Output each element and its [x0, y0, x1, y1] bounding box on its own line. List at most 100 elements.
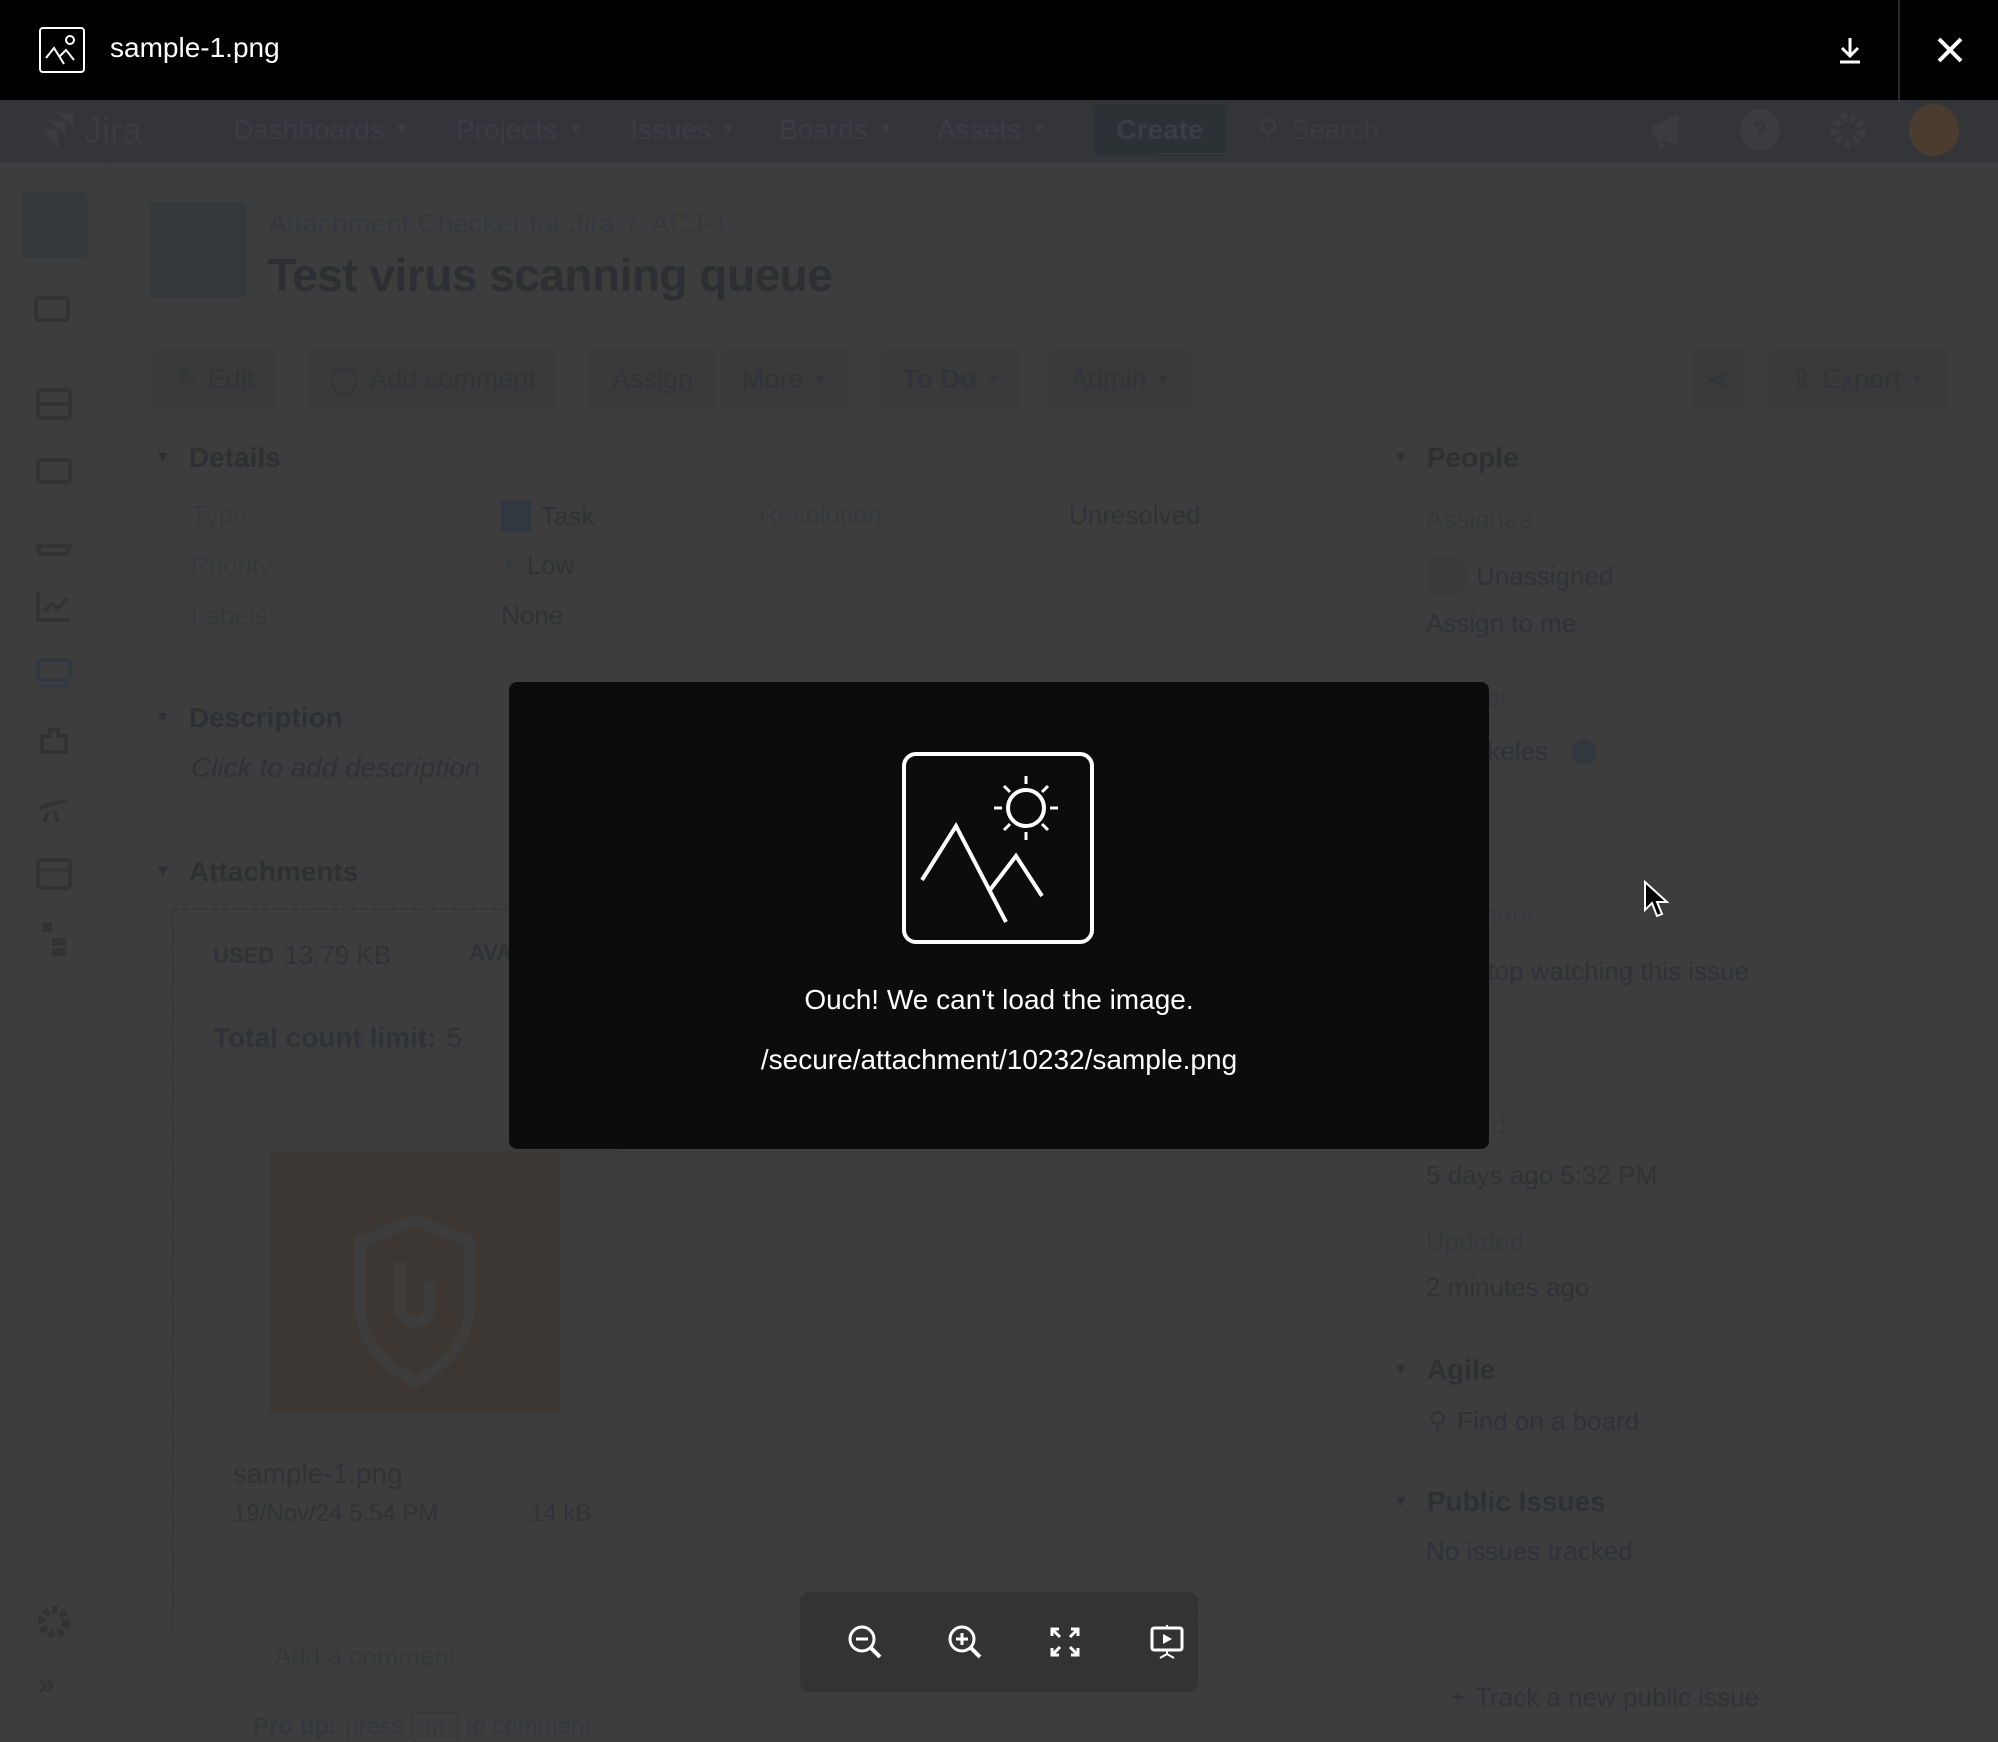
add-comment-button[interactable]: ◯ Add comment: [307, 350, 558, 408]
chevron-down-icon: ▼: [155, 449, 171, 466]
assign-button[interactable]: Assign: [590, 350, 716, 408]
attachment-size: 14 kB: [530, 1500, 592, 1527]
created-value: 5 days ago 5:32 PM: [1426, 1160, 1658, 1190]
comment-icon: ◯: [329, 363, 360, 394]
breadcrumb-issue-key[interactable]: ACJ-1: [651, 208, 729, 240]
zoom-in-icon: [948, 1625, 982, 1659]
chevron-down-icon: ▼: [1031, 121, 1047, 138]
description-placeholder[interactable]: Click to add description: [191, 752, 480, 784]
details-heading-label: Details: [188, 442, 281, 473]
presentation-mode-button[interactable]: [1142, 1617, 1192, 1667]
board-icon[interactable]: [34, 292, 74, 332]
zoom-in-button[interactable]: [940, 1617, 990, 1667]
settings-gear-icon[interactable]: [1826, 108, 1870, 152]
more-button[interactable]: More ▼: [720, 350, 850, 408]
attachment-date: 19/Nov/24 5:54 PM: [233, 1500, 439, 1527]
nav-projects[interactable]: Projects ▼: [456, 114, 583, 146]
viewer-controls: [800, 1592, 1198, 1692]
export-label: Export: [1822, 363, 1901, 394]
attachments-heading-label: Attachments: [188, 856, 359, 887]
jira-logo-icon: [42, 113, 74, 149]
export-button[interactable]: ⇪ Export ▼: [1768, 350, 1947, 408]
table-icon[interactable]: [34, 854, 74, 894]
columns-icon[interactable]: [34, 452, 74, 492]
image-file-icon: [39, 27, 85, 73]
expand-sidebar-icon[interactable]: »: [38, 1668, 55, 1702]
description-heading-label: Description: [188, 702, 343, 733]
search-input[interactable]: ⚲ Search: [1158, 106, 1608, 154]
add-comment-label: Add comment: [369, 363, 536, 394]
edit-button[interactable]: ✎ Edit: [153, 350, 277, 408]
unassigned-avatar-icon: [1426, 554, 1466, 598]
project-avatar-small[interactable]: [22, 192, 88, 258]
media-viewer-header: sample-1.png: [0, 0, 1998, 100]
stop-watching-link[interactable]: Stop watching this issue: [1470, 956, 1749, 987]
zoom-out-button[interactable]: [840, 1617, 890, 1667]
share-button[interactable]: ⋖: [1690, 350, 1745, 408]
zoom-out-icon: [848, 1625, 882, 1659]
attachment-file-name[interactable]: sample-1.png: [233, 1458, 403, 1490]
agile-heading[interactable]: ▼ Agile: [1393, 1354, 1495, 1386]
assignee-value[interactable]: Unassigned: [1426, 554, 1613, 598]
telescope-icon[interactable]: [34, 788, 74, 828]
releases-ship-icon[interactable]: [34, 520, 74, 560]
pro-tip-rest: to comment: [465, 1713, 592, 1740]
mouse-cursor-icon: [1644, 880, 1669, 918]
description-heading[interactable]: ▼ Description: [155, 702, 343, 734]
hierarchy-icon[interactable]: [34, 920, 74, 960]
close-viewer-button[interactable]: [1920, 25, 1980, 75]
people-heading-label: People: [1426, 442, 1519, 473]
viewer-file-name: sample-1.png: [110, 32, 280, 63]
download-button[interactable]: [1820, 25, 1880, 75]
user-avatar[interactable]: [1908, 104, 1960, 156]
public-issues-heading[interactable]: ▼ Public Issues: [1393, 1486, 1606, 1518]
breadcrumb-project-link[interactable]: Attachment Checker for Jira: [268, 208, 615, 240]
reports-chart-icon[interactable]: [34, 586, 74, 626]
nav-issues-label: Issues: [630, 114, 711, 145]
megaphone-icon[interactable]: [1648, 108, 1692, 152]
presentation-icon: [1150, 1625, 1184, 1659]
addons-puzzle-icon[interactable]: [34, 722, 74, 762]
project-settings-gear-icon[interactable]: [34, 1602, 74, 1642]
issues-icon[interactable]: [34, 654, 74, 694]
help-icon[interactable]: ?: [1738, 108, 1782, 152]
info-icon[interactable]: [1572, 737, 1597, 766]
labels-label: Labels:: [191, 600, 275, 630]
chevron-down-icon: ▼: [1393, 1493, 1409, 1510]
priority-label: Priority:: [191, 550, 280, 580]
jira-logo-text: Jira: [84, 110, 143, 151]
nav-issues[interactable]: Issues ▼: [630, 114, 737, 146]
status-to-do-button[interactable]: To Do ▼: [880, 350, 1023, 408]
nav-dashboards[interactable]: Dashboards ▼: [233, 114, 410, 146]
shield-attachment-icon: [354, 1214, 476, 1389]
labels-value[interactable]: None: [501, 600, 563, 631]
details-heading[interactable]: ▼ Details: [155, 442, 281, 474]
fit-to-screen-button[interactable]: [1040, 1617, 1090, 1667]
svg-text:?: ?: [1753, 117, 1768, 144]
breadcrumb: Attachment Checker for Jira / ACJ-1: [268, 208, 729, 240]
nav-assets[interactable]: Assets ▼: [937, 114, 1047, 146]
search-icon: ⚲: [1428, 1406, 1448, 1436]
backlog-icon[interactable]: [34, 384, 74, 424]
export-upload-icon: ⇪: [1790, 363, 1813, 394]
public-issues-heading-label: Public Issues: [1426, 1486, 1606, 1517]
track-public-issue-button[interactable]: + Track a new public issue: [1450, 1682, 1759, 1713]
pencil-icon: ✎: [175, 363, 198, 394]
find-on-board-label: Find on a board: [1457, 1406, 1640, 1436]
pro-tip-key: m: [411, 1712, 458, 1742]
people-heading[interactable]: ▼ People: [1393, 442, 1519, 474]
attachment-thumbnail[interactable]: [270, 1152, 560, 1412]
nav-boards[interactable]: Boards ▼: [779, 114, 894, 146]
assign-to-me-link[interactable]: Assign to me: [1426, 608, 1576, 639]
issue-title[interactable]: Test virus scanning queue: [268, 248, 833, 302]
jira-logo[interactable]: Jira: [40, 110, 142, 152]
admin-button[interactable]: Admin ▼: [1048, 350, 1193, 408]
download-icon: [1840, 38, 1860, 64]
chevron-down-icon: ▼: [155, 863, 171, 880]
project-avatar[interactable]: [150, 202, 246, 298]
plus-icon: +: [1450, 1682, 1466, 1712]
find-on-board-link[interactable]: ⚲ Find on a board: [1428, 1406, 1639, 1437]
chevron-down-icon: ▼: [1910, 371, 1925, 387]
attachments-heading[interactable]: ▼ Attachments: [155, 856, 358, 888]
error-message: Ouch! We can't load the image.: [804, 984, 1194, 1015]
